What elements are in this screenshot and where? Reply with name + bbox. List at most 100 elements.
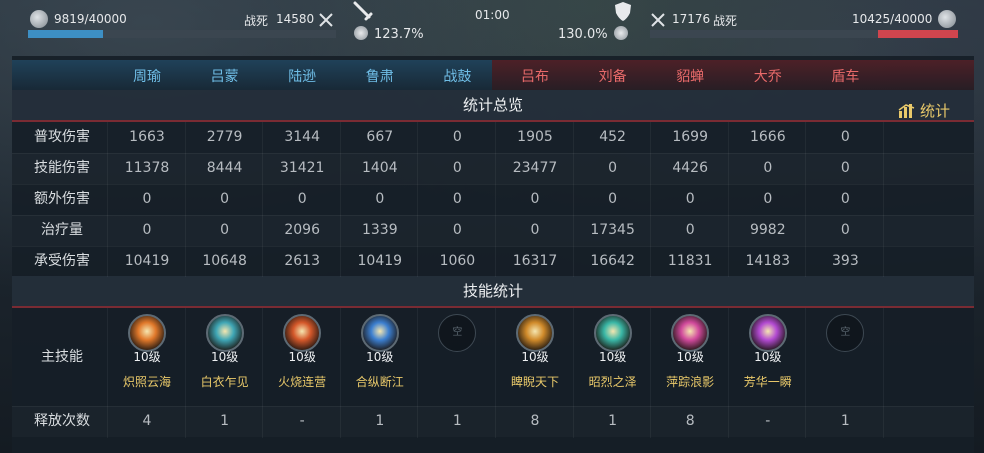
main-skill-label: 主技能 <box>41 349 83 365</box>
stat-cell: 23477 <box>512 160 558 176</box>
skills-section-title: 技能统计 <box>12 276 974 308</box>
hero-name-4: 战鼓 <box>443 69 472 85</box>
grid-divider <box>107 122 108 277</box>
skill-name: 炽照云海 <box>122 375 171 389</box>
left-kills-label: 战死 <box>244 14 269 28</box>
burning-camp-icon <box>283 314 322 352</box>
stat-cell: 0 <box>840 222 850 238</box>
skill-name: 芳华一瞬 <box>743 375 792 389</box>
grid-divider <box>339 308 341 438</box>
stat-cell: 17345 <box>590 222 635 238</box>
stat-cell: 11831 <box>667 253 713 269</box>
left-kills-value: 14580 <box>276 12 315 26</box>
skill-slot[interactable]: 10级 芳华一瞬 <box>729 314 807 390</box>
golden-warrior-icon <box>516 314 554 352</box>
stat-cell: 10648 <box>202 253 247 269</box>
grid-divider <box>495 308 496 438</box>
grid-divider <box>12 153 974 154</box>
stat-cell: 11378 <box>124 160 170 176</box>
stat-cell: 1699 <box>672 129 708 145</box>
stat-cell: 4426 <box>672 160 708 176</box>
skill-level: 10级 <box>676 350 704 364</box>
hero-name-8: 大乔 <box>753 69 782 85</box>
stat-cell: 1666 <box>749 129 786 145</box>
hero-name-5: 吕布 <box>521 69 549 85</box>
diamond-shield-icon <box>360 314 399 352</box>
jade-blade-icon <box>593 314 632 352</box>
skill-slot[interactable]: 10级 萍踪浪影 <box>651 314 729 390</box>
stat-row: 普攻伤害 1663 2779 3144 667 0 1905 452 1699 1666 0 <box>12 122 974 153</box>
grid-divider <box>417 308 419 438</box>
skill-slot[interactable]: 10级 合纵断江 <box>341 314 419 390</box>
grid-divider <box>805 308 807 438</box>
empty-slot-icon: 空 <box>826 314 865 352</box>
left-hp-text: 9819/40000 <box>54 12 127 26</box>
skill-slot[interactable]: 10级 火烧连营 <box>263 314 341 390</box>
stat-cell: 0 <box>220 191 230 207</box>
sword-emblem-icon <box>352 0 373 22</box>
stat-cell: 8444 <box>206 160 243 176</box>
stat-cell: 0 <box>685 191 695 207</box>
skill-level: 10级 <box>521 350 549 364</box>
violet-star-icon <box>748 314 787 352</box>
grid-divider <box>572 308 574 438</box>
stat-row: 技能伤害 11378 8444 31421 1404 0 23477 0 4426 0 0 <box>12 153 974 184</box>
stat-cell: 14183 <box>745 253 791 269</box>
stat-cell: 0 <box>452 222 462 238</box>
left-general-icon <box>30 10 48 28</box>
right-kills-value: 17176 <box>672 12 711 26</box>
stat-cell: 1339 <box>361 222 398 238</box>
grid-divider <box>184 122 186 277</box>
cast-count: 1 <box>220 413 230 429</box>
stat-row: 承受伤害 10419 10648 2613 10419 1060 16317 16642 118… <box>12 246 974 277</box>
stat-row-label: 额外伤害 <box>34 191 90 207</box>
right-hp-fill <box>877 30 958 38</box>
crossed-swords-icon <box>318 12 333 27</box>
skill-level: 10级 <box>598 350 627 364</box>
hero-header-row: 周瑜 吕蒙 陆逊 鲁肃 战鼓 吕布 刘备 貂蝉 大乔 盾车 <box>12 60 974 90</box>
stat-cell: 0 <box>840 191 850 207</box>
right-flame-icon <box>614 26 628 40</box>
stat-cell: 2779 <box>206 129 243 145</box>
stat-cell: 0 <box>763 160 773 176</box>
right-kills-label: 战死 <box>713 14 738 28</box>
grid-divider <box>262 122 264 277</box>
stat-cell: 0 <box>375 191 385 207</box>
stat-cell: 2096 <box>284 222 320 238</box>
stat-cell: 3144 <box>284 129 320 145</box>
stat-cell: 1663 <box>129 129 165 145</box>
skill-slot[interactable]: 10级昭烈之泽 <box>574 314 652 390</box>
stat-cell: 0 <box>220 222 230 238</box>
skill-slot[interactable]: 10级 白衣乍见 <box>186 314 264 390</box>
grid-divider <box>12 184 974 185</box>
overview-section-title: 统计总览 统计 <box>12 90 974 122</box>
cast-count: - <box>765 413 771 429</box>
casts-label: 释放次数 <box>34 413 90 429</box>
battle-timer: 01:00 <box>475 8 510 22</box>
grid-divider <box>339 122 341 277</box>
casts-row: 释放次数 4 1 - 1 1 8 1 8 - 1 <box>12 406 974 437</box>
stat-row: 治疗量 0 0 2096 1339 0 0 17345 0 9982 0 <box>12 215 974 246</box>
stat-cell: 1905 <box>517 129 553 145</box>
hero-name-3: 鲁肃 <box>365 69 394 85</box>
stat-cell: 0 <box>608 191 618 207</box>
water-swirl-icon <box>205 314 244 352</box>
stat-cell: 0 <box>297 191 307 207</box>
stat-cell: 667 <box>366 129 394 145</box>
skill-slot[interactable]: 10级 睥睨天下 <box>496 314 574 390</box>
stat-cell: 0 <box>142 222 152 238</box>
stat-row-label: 治疗量 <box>41 222 83 238</box>
grid-divider <box>883 308 884 438</box>
grid-divider <box>883 122 884 277</box>
stat-cell: 452 <box>599 129 626 145</box>
grid-divider <box>650 122 652 277</box>
grid-divider <box>650 308 652 438</box>
grid-divider <box>727 122 729 277</box>
empty-slot-icon: 空 <box>438 314 477 352</box>
skill-level: 10级 <box>133 350 161 364</box>
stat-row: 额外伤害 0 0 0 0 0 0 0 0 0 0 <box>12 184 974 215</box>
skill-name: 火烧连营 <box>278 375 327 389</box>
skill-slot[interactable]: 10级炽照云海 <box>108 314 186 390</box>
skill-name: 昭烈之泽 <box>588 375 637 389</box>
hero-name-2: 陆逊 <box>288 69 317 85</box>
